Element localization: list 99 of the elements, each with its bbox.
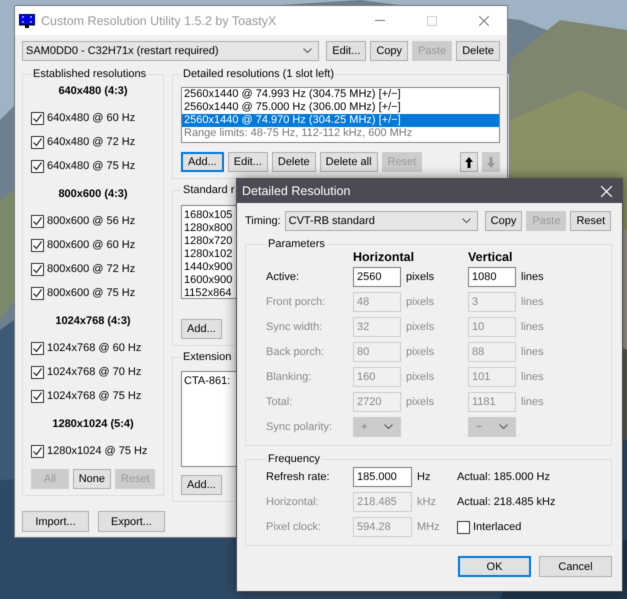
checkbox-label: 1024x768 @ 75 Hz <box>47 390 142 402</box>
checkbox[interactable] <box>31 390 44 402</box>
unit-label: lines <box>521 396 545 408</box>
list-item[interactable]: Range limits: 48-75 Hz, 112-112 kHz, 600 MHz <box>182 127 499 140</box>
field-label: Back porch: <box>266 346 326 358</box>
column-heading: Vertical <box>468 250 514 264</box>
checkbox-label: 640x480 @ 72 Hz <box>47 136 136 148</box>
window-title: Custom Resolution Utility 1.5.2 by ToastyX <box>41 14 278 28</box>
button[interactable]: Add... <box>181 152 224 172</box>
field-label: Refresh rate: <box>266 471 331 483</box>
group-title: Frequency <box>267 453 321 465</box>
field-label: Timing: <box>245 215 281 227</box>
checkbox[interactable] <box>31 366 44 378</box>
resolution-heading: 1280x1024 (5:4) <box>51 418 135 430</box>
button[interactable]: Delete <box>272 152 316 172</box>
field-label: Pixel clock: <box>266 521 322 533</box>
checkbox-label: 1024x768 @ 70 Hz <box>47 366 142 378</box>
group-title: Standard r <box>182 184 236 196</box>
checkbox-label: Interlaced <box>473 521 522 533</box>
group-title: Established resolutions <box>32 68 148 80</box>
input-field[interactable]: 2560 <box>353 267 401 287</box>
checkbox-label: 640x480 @ 60 Hz <box>47 112 136 124</box>
button[interactable]: Edit... <box>326 41 366 61</box>
column-heading: Horizontal <box>353 250 416 264</box>
unit-label: lines <box>521 371 545 383</box>
field-label: Sync width: <box>266 321 324 333</box>
unit-label: kHz <box>417 496 437 508</box>
group-title: Detailed resolutions (1 slot left) <box>182 68 336 80</box>
button[interactable]: Copy <box>370 41 408 61</box>
arrow-down-icon <box>487 156 495 168</box>
checkbox[interactable] <box>31 286 44 300</box>
list-item[interactable]: 2560x1440 @ 74.970 Hz (304.25 MHz) [+/−] <box>182 114 499 127</box>
button[interactable]: Add... <box>181 475 222 495</box>
button[interactable]: Cancel <box>539 556 612 577</box>
field-label: Blanking: <box>266 371 312 383</box>
button[interactable]: OK <box>458 556 531 577</box>
group-title: Extension <box>182 351 232 363</box>
dialog-title: Detailed Resolution <box>242 184 350 198</box>
button[interactable]: None <box>72 469 111 489</box>
unit-label: lines <box>521 271 545 283</box>
close-icon[interactable] <box>479 16 489 26</box>
unit-label: pixels <box>406 396 436 408</box>
device-dropdown[interactable]: SAM0DD0 - C32H71x (restart required) <box>22 41 320 61</box>
unit-label: pixels <box>406 271 436 283</box>
checkbox[interactable] <box>31 112 44 124</box>
unit-label: Hz <box>417 471 432 483</box>
group-title: Parameters <box>267 238 326 250</box>
button[interactable]: Delete all <box>320 152 378 172</box>
button[interactable]: Add... <box>181 319 222 339</box>
unit-label: MHz <box>417 521 441 533</box>
timing-dropdown[interactable]: CVT-RB standard <box>284 211 478 231</box>
checkbox-label: 800x600 @ 75 Hz <box>47 287 136 299</box>
field-label: Horizontal: <box>266 496 320 508</box>
field-label: Active: <box>266 271 300 283</box>
chevron-down-icon <box>384 424 393 430</box>
button[interactable]: Edit... <box>228 152 268 172</box>
resolution-heading: 800x600 (4:3) <box>57 188 129 200</box>
button[interactable]: Export... <box>98 511 165 532</box>
list-item[interactable]: 2560x1440 @ 74.993 Hz (304.75 MHz) [+/−] <box>182 88 499 101</box>
actual-value: Actual: 185.000 Hz <box>457 471 551 483</box>
chevron-down-icon <box>303 48 312 54</box>
checkbox[interactable] <box>31 136 44 148</box>
checkbox[interactable] <box>31 444 44 458</box>
unit-label: lines <box>521 321 545 333</box>
chevron-down-icon <box>498 424 508 430</box>
button[interactable]: Reset <box>570 211 612 231</box>
unit-label: pixels <box>406 346 436 358</box>
checkbox-label: 800x600 @ 56 Hz <box>47 215 136 227</box>
checkbox[interactable] <box>31 342 44 354</box>
button[interactable]: Delete <box>456 41 500 61</box>
resolution-heading: 640x480 (4:3) <box>57 85 129 97</box>
field-label: Sync polarity: <box>266 421 334 433</box>
checkbox-label: 800x600 @ 60 Hz <box>47 239 136 251</box>
monitor-icon <box>19 14 35 28</box>
input-field[interactable]: 185.000 <box>353 467 412 487</box>
field-label: Total: <box>266 396 294 408</box>
unit-label: pixels <box>406 371 436 383</box>
checkbox-label: 1024x768 @ 60 Hz <box>47 342 142 354</box>
button[interactable]: Copy <box>484 211 522 231</box>
list-item[interactable]: 2560x1440 @ 75.000 Hz (306.00 MHz) [+/−] <box>182 101 499 114</box>
checkbox-label: 640x480 @ 75 Hz <box>47 160 136 172</box>
unit-label: lines <box>521 346 545 358</box>
checkbox[interactable] <box>31 238 44 252</box>
unit-label: lines <box>521 296 545 308</box>
chevron-down-icon <box>462 218 471 224</box>
unit-label: pixels <box>406 296 436 308</box>
arrow-up-icon <box>465 156 473 168</box>
checkbox[interactable] <box>31 262 44 276</box>
checkbox[interactable] <box>31 160 44 172</box>
checkbox-label: 1280x1024 @ 75 Hz <box>47 445 148 457</box>
checkbox[interactable] <box>31 214 44 228</box>
move-up-button[interactable] <box>460 152 478 172</box>
unit-label: pixels <box>406 321 436 333</box>
actual-value: Actual: 218.485 kHz <box>457 496 556 508</box>
button[interactable]: Import... <box>22 511 89 532</box>
field-label: Front porch: <box>266 296 326 308</box>
resolution-heading: 1024x768 (4:3) <box>54 315 132 327</box>
input-field[interactable]: 1080 <box>468 267 516 287</box>
checkbox-label: 800x600 @ 72 Hz <box>47 263 136 275</box>
